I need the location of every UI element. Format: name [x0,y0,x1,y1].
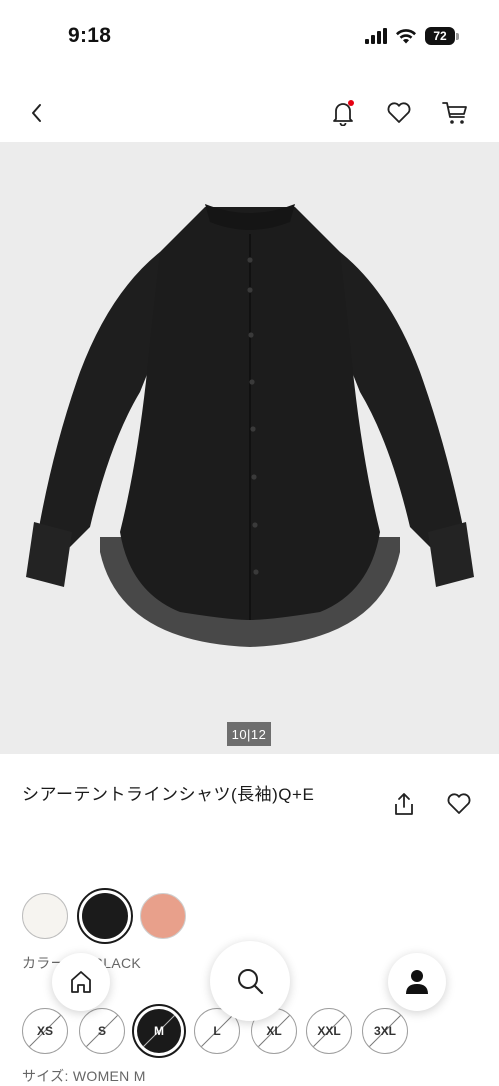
search-button[interactable] [210,941,290,1021]
cart-icon [442,102,467,124]
product-title: シアーテントラインシャツ(長袖)Q+E [22,785,315,804]
notification-button[interactable] [326,96,360,130]
notification-badge [348,100,354,106]
signal-icon [365,28,387,44]
size-3xl[interactable]: 3XL [362,1008,408,1054]
back-button[interactable] [20,96,54,130]
size-m[interactable]: M [132,1004,186,1058]
size-s[interactable]: S [79,1008,125,1054]
image-counter: 10|12 [227,722,271,746]
wifi-icon [396,29,416,44]
swatch-white[interactable] [22,893,68,939]
home-button[interactable] [52,953,110,1011]
heart-icon [387,102,411,123]
account-button[interactable] [388,953,446,1011]
swatch-pink[interactable] [140,893,186,939]
share-button[interactable] [390,790,418,818]
product-image[interactable]: 10|12 [0,142,499,754]
favorite-button[interactable] [445,790,473,818]
shirt-illustration [26,204,474,647]
favorites-button[interactable] [382,96,416,130]
cart-button[interactable] [438,96,472,130]
home-icon [71,971,91,993]
chevron-left-icon [32,104,41,122]
status-icons: 72 [365,27,459,45]
account-icon [406,970,428,994]
size-xs[interactable]: XS [22,1008,68,1054]
app-header [0,86,499,142]
size-label: サイズ: WOMEN M [22,1068,146,1084]
status-bar: 9:18 72 [0,0,499,70]
swatch-black[interactable] [77,888,133,944]
status-time: 9:18 [68,24,112,47]
battery-level: 72 [425,27,455,45]
share-icon [395,793,413,815]
heart-icon [447,793,471,814]
size-xxl[interactable]: XXL [306,1008,352,1054]
search-icon [238,969,264,995]
battery-icon: 72 [425,27,459,45]
